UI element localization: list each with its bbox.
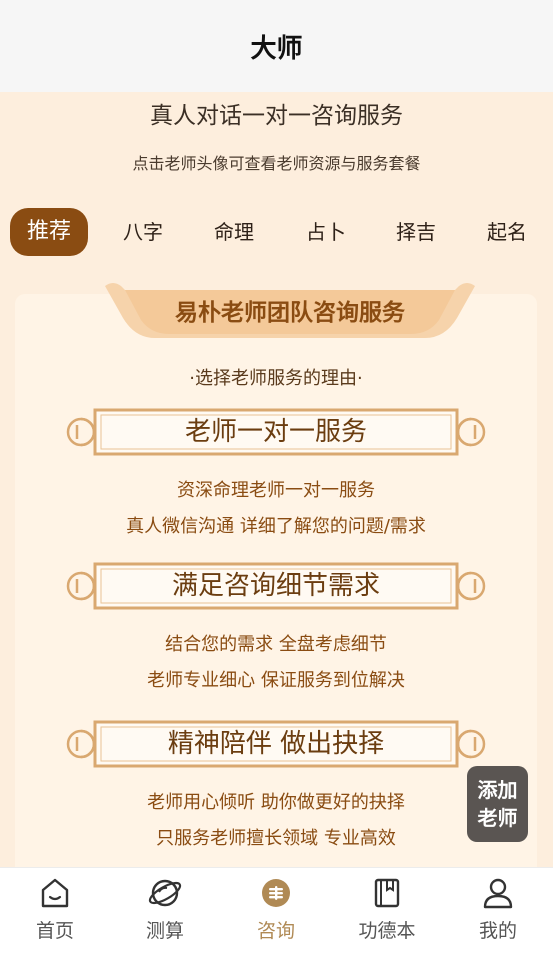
tab-mingli[interactable]: 命理: [198, 208, 270, 256]
page-title: 大师: [250, 33, 303, 64]
book-icon: [374, 878, 400, 908]
category-tabs: 推荐 八字 命理 占卜 择吉 起名: [0, 208, 553, 258]
nav-calculate-label: 测算: [145, 920, 184, 942]
home-icon: [41, 878, 69, 908]
section-title-1: 老师一对一服务: [184, 417, 367, 447]
section-banner-1: 老师一对一服务: [65, 408, 487, 456]
ribbon-title: 易朴老师团队咨询服务: [175, 300, 405, 326]
tab-zeji[interactable]: 择吉: [380, 208, 452, 256]
nav-consult[interactable]: 咨询: [221, 876, 331, 950]
bottom-nav: 首页 测算 咨询 功德本 我的: [0, 867, 553, 953]
service-heading: 真人对话一对一咨询服务: [150, 103, 403, 129]
section-3-line-1: 老师用心倾听 助你做更好的抉择: [147, 792, 405, 813]
add-teacher-line-2: 老师: [477, 806, 518, 830]
add-teacher-button[interactable]: 添加 老师: [467, 766, 528, 842]
nav-merit-book-label: 功德本: [358, 920, 416, 942]
nav-merit-book[interactable]: 功德本: [332, 876, 442, 950]
planet-icon: [148, 879, 182, 907]
service-subheading: 点击老师头像可查看老师资源与服务套餐: [132, 154, 421, 173]
tab-naming[interactable]: 起名: [470, 208, 544, 256]
section-banner-2: 满足咨询细节需求: [65, 562, 487, 610]
section-2-line-2: 老师专业细心 保证服务到位解决: [147, 670, 405, 691]
card-ribbon: 易朴老师团队咨询服务: [105, 280, 475, 342]
section-1-line-1: 资深命理老师一对一服务: [177, 480, 375, 501]
nav-mine-label: 我的: [478, 920, 517, 942]
nav-calculate[interactable]: 测算: [110, 876, 220, 950]
tab-divination[interactable]: 占卜: [290, 208, 362, 256]
user-icon: [483, 878, 513, 909]
tab-bazi[interactable]: 八字: [108, 208, 178, 256]
section-2-line-1: 结合您的需求 全盘考虑细节: [165, 634, 387, 655]
consult-icon: [262, 879, 290, 907]
app-header: 大师: [0, 0, 553, 92]
service-card: 易朴老师团队咨询服务 ·选择老师服务的理由· 老师一对一服务 资深命理老师一对一…: [15, 283, 537, 867]
main-content[interactable]: 真人对话一对一咨询服务 点击老师头像可查看老师资源与服务套餐 推荐 八字 命理 …: [0, 92, 553, 867]
nav-home[interactable]: 首页: [0, 876, 110, 950]
nav-mine[interactable]: 我的: [443, 876, 553, 950]
nav-consult-label: 咨询: [256, 920, 295, 942]
section-banner-3: 精神陪伴 做出抉择: [65, 720, 487, 768]
section-3-line-2: 只服务老师擅长领域 专业高效: [156, 828, 396, 849]
add-teacher-line-1: 添加: [477, 778, 518, 802]
tab-recommend[interactable]: 推荐: [10, 208, 88, 256]
nav-home-label: 首页: [35, 920, 74, 942]
section-1-line-2: 真人微信沟通 详细了解您的问题/需求: [126, 516, 426, 537]
section-title-2: 满足咨询细节需求: [171, 571, 380, 601]
section-title-3: 精神陪伴 做出抉择: [167, 729, 385, 759]
reason-title: ·选择老师服务的理由·: [189, 368, 363, 389]
